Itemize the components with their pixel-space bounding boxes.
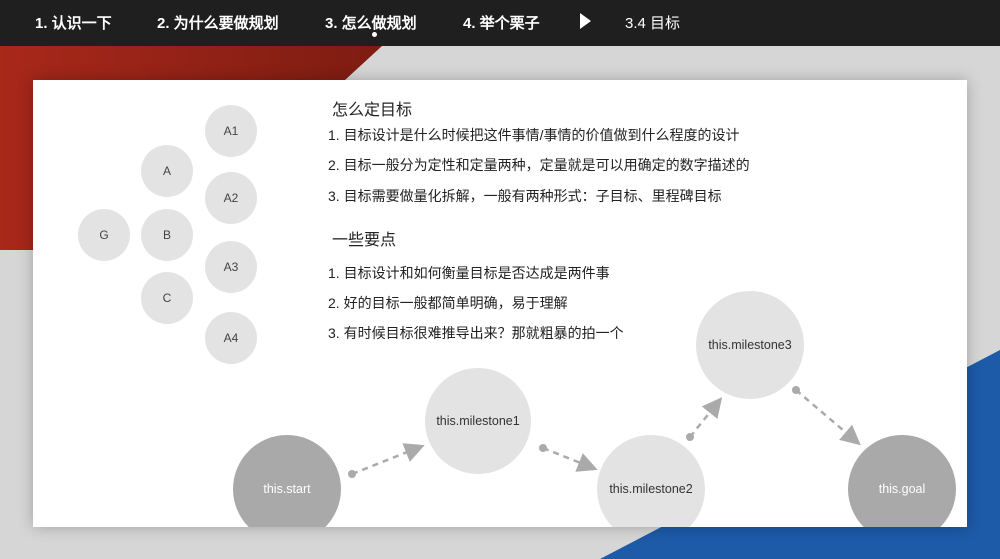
nav-item-2[interactable]: 2. 为什么要做规划 — [157, 12, 279, 33]
active-indicator-dot — [372, 32, 377, 37]
current-section: 3.4 目标 — [625, 15, 681, 32]
nav-item-4[interactable]: 4. 举个栗子 — [463, 12, 540, 33]
slide-card: A1 A A2 G B A3 C A4 怎么定目标 1. 目标设计是什么时候把这… — [33, 80, 967, 527]
node-milestone1: this.milestone1 — [425, 368, 531, 474]
arrow-m2-to-m3 — [689, 397, 723, 438]
play-arrow-icon — [580, 13, 591, 29]
arrow-start-to-m1 — [351, 443, 425, 476]
nav-item-3[interactable]: 3. 怎么做规划 — [325, 12, 417, 33]
arrow-m1-to-m2 — [542, 446, 598, 472]
arrow-m3-to-goal — [795, 389, 861, 446]
nav-item-1[interactable]: 1. 认识一下 — [35, 12, 112, 33]
node-milestone3: this.milestone3 — [696, 291, 804, 399]
top-navigation-bar: 1. 认识一下 2. 为什么要做规划 3. 怎么做规划 4. 举个栗子 3.4 … — [0, 0, 1000, 46]
